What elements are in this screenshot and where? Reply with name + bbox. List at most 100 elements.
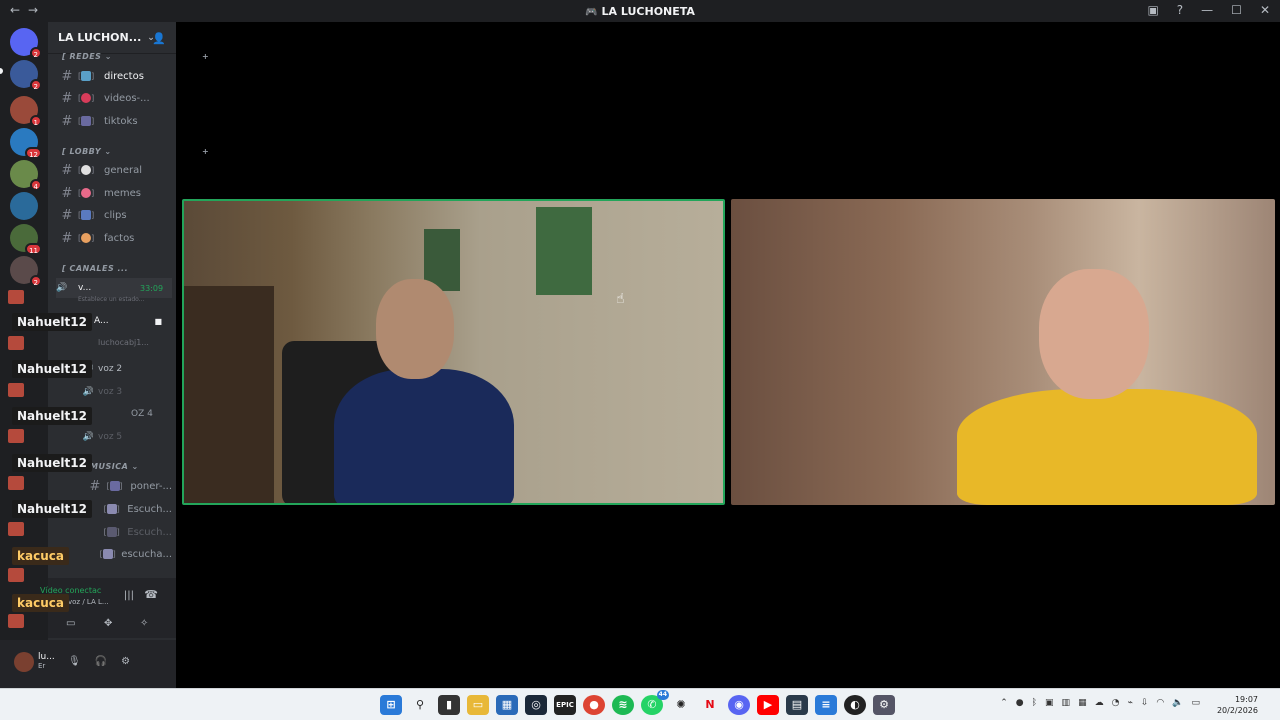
overlay-name-tag: Nahuelt12 (12, 360, 92, 378)
server-icon-3[interactable]: 12 (10, 128, 42, 159)
channel-escucha[interactable]: [] escucha... (56, 544, 172, 564)
channel-tiktoks[interactable]: #[] tiktoks (56, 111, 172, 131)
tray-app-icon[interactable]: ◔ (1112, 698, 1120, 708)
category-lobby[interactable]: [ LOBBY ⌄ + (62, 147, 209, 156)
inbox-icon[interactable]: ▣ (1147, 3, 1158, 17)
soundwave-icon[interactable]: ||| (124, 590, 134, 601)
maximize-button[interactable]: ☐ (1231, 3, 1242, 17)
disconnect-icon[interactable]: ☎ (144, 588, 158, 601)
overlay-avatar (8, 476, 24, 490)
system-tray: ⌃ ● ᛒ ▣ ▥ ▦ ☁ ◔ ⌁ ⇩ ◠ 🔈 ▭ (1000, 698, 1200, 708)
channel-memes[interactable]: #[] memes (56, 183, 172, 203)
wifi-icon[interactable]: ◠ (1156, 698, 1164, 708)
headphones-icon[interactable]: 🎧 (95, 656, 107, 667)
channel-factos[interactable]: #[] factos (56, 228, 172, 248)
battery-icon[interactable]: ▭ (1191, 698, 1200, 708)
chevron-up-icon[interactable]: ⌃ (1000, 698, 1008, 708)
store-icon[interactable]: ▦ (496, 695, 518, 715)
whatsapp-icon[interactable]: ✆ 44 (641, 690, 669, 715)
speaker-icon: 🔊 (82, 432, 94, 442)
voice-location[interactable]: voz / LA L... (68, 598, 109, 606)
clock-date: 20/2/2026 (1216, 706, 1258, 715)
tray-app-icon[interactable]: ● (1016, 698, 1024, 708)
avatar[interactable] (14, 652, 34, 672)
tray-app-icon[interactable]: ▣ (1045, 698, 1054, 708)
tray-app-icon[interactable]: ▦ (1078, 698, 1087, 708)
chrome-icon[interactable]: ● (583, 695, 605, 715)
settings-icon[interactable]: ⚙ (873, 695, 895, 715)
screen-share-icon[interactable]: ▭ (66, 618, 75, 629)
server-icon-7[interactable]: 2 (10, 256, 42, 287)
category-redes[interactable]: [ REDES ⌄ + (62, 52, 209, 61)
overlay-avatar (8, 614, 24, 628)
obs-icon[interactable]: ◐ (844, 695, 866, 715)
overlay-name-tag: kacuca (12, 594, 69, 612)
server-icon-6[interactable]: 11 (10, 224, 42, 255)
overlay-avatar (8, 290, 24, 304)
server-icon-2[interactable]: 1 (10, 96, 42, 127)
hash-icon: # (61, 113, 73, 129)
video-tile[interactable] (731, 199, 1275, 505)
volume-icon[interactable]: 🔈 (1172, 698, 1183, 708)
epic-games-icon[interactable]: EPIC (554, 695, 576, 715)
task-view-icon[interactable]: ▮ (438, 695, 460, 715)
server-icon: 🎮 (585, 7, 598, 18)
search-icon[interactable]: ⚲ (409, 695, 431, 715)
channel-clips[interactable]: #[] clips (56, 205, 172, 225)
hash-icon: # (61, 230, 73, 246)
activities-icon[interactable]: ✥ (104, 618, 112, 629)
cloud-icon[interactable]: ☁ (1095, 698, 1104, 708)
steam-icon[interactable]: ◎ (525, 695, 547, 715)
usb-icon[interactable]: ⌁ (1127, 698, 1132, 708)
chatgpt-icon[interactable]: ✺ (670, 695, 692, 715)
soundboard-icon[interactable]: ✧ (140, 618, 148, 629)
voice-channel-active[interactable]: 🔊 v... 33:09 (56, 278, 172, 298)
gear-icon[interactable]: ⚙ (121, 656, 130, 667)
tray-app-icon[interactable]: ⇩ (1141, 698, 1149, 708)
overlay-name-tag: Nahuelt12 (12, 313, 92, 331)
voice-channel-voz5[interactable]: 🔊 voz 5 (56, 427, 172, 447)
title-bar: ←→ 🎮 LA LUCHONETA ▣ ? — ☐ ✕ (0, 0, 1280, 22)
overlay-name-tag: kacuca (12, 547, 69, 565)
category-canales[interactable]: [ CANALES ...+ (62, 264, 209, 273)
status-placeholder[interactable]: Establece un estado... (78, 296, 144, 303)
clock[interactable]: 19:07 20/2/2026 (1217, 694, 1258, 716)
add-member-icon[interactable]: 👤 (152, 32, 166, 45)
voice-user-lucho[interactable]: luchocabj1... (56, 332, 172, 352)
channel-poner[interactable]: #[] poner-... (56, 476, 172, 496)
file-explorer-icon[interactable]: ▭ (467, 695, 489, 715)
overlay-name-tag: Nahuelt12 (12, 454, 92, 472)
hash-icon: # (61, 90, 73, 106)
youtube-icon[interactable]: ▶ (757, 695, 779, 715)
channel-directos[interactable]: #[] directos (56, 66, 172, 86)
channel-videos[interactable]: #[] videos-... (56, 88, 172, 108)
video-tile-speaking[interactable] (182, 199, 725, 505)
notepad-icon[interactable]: ≡ (815, 695, 837, 715)
microphone-icon[interactable]: 🎙 (68, 656, 81, 667)
voice-channel-voz3[interactable]: 🔊 voz 3 (56, 382, 172, 402)
overlay-avatar (8, 383, 24, 397)
close-button[interactable]: ✕ (1260, 3, 1270, 17)
category-musica[interactable]: MUSICA ⌄ (90, 462, 139, 471)
discord-home-icon[interactable]: 2 (10, 28, 42, 59)
server-icon-1[interactable]: 2 (10, 60, 42, 91)
clock-time: 19:07 (1234, 695, 1258, 704)
poster (536, 207, 592, 295)
discord-icon[interactable]: ◉ (728, 695, 750, 715)
bluetooth-icon[interactable]: ᛒ (1032, 698, 1037, 708)
channel-escuch2[interactable]: [] Escuch... (56, 522, 173, 542)
netflix-icon[interactable]: N (699, 695, 721, 715)
person-head (1039, 269, 1149, 399)
server-icon-5[interactable] (10, 192, 38, 220)
tray-app-icon[interactable]: ▥ (1062, 698, 1071, 708)
guild-header[interactable]: LA LUCHON... ⌄ 👤 (48, 22, 176, 54)
channel-general[interactable]: #[] general (56, 160, 172, 180)
windows-start-icon[interactable]: ⊞ (380, 695, 402, 715)
spotify-icon[interactable]: ≋ (612, 695, 634, 715)
overlay-name-tag: Nahuelt12 (12, 407, 92, 425)
help-icon[interactable]: ? (1177, 3, 1183, 17)
server-icon-4[interactable]: 4 (10, 160, 42, 191)
speaker-icon: 🔊 (56, 283, 68, 293)
photos-icon[interactable]: ▤ (786, 695, 808, 715)
minimize-button[interactable]: — (1201, 3, 1213, 17)
